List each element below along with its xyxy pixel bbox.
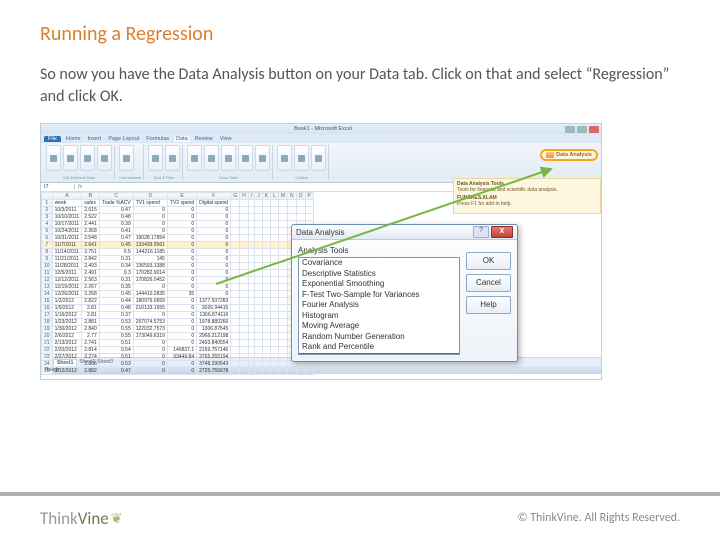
existing-connections-button[interactable]	[97, 145, 112, 171]
close-icon[interactable]	[589, 126, 599, 133]
dialog-help-icon[interactable]: ?	[473, 226, 489, 238]
dialog-title: Data Analysis	[296, 228, 344, 237]
slide-body: So now you have the Data Analysis button…	[40, 64, 680, 107]
excel-screenshot: Book1 - Microsoft Excel File Home Insert…	[40, 123, 602, 380]
sheet-tab-3[interactable]: Sheet3	[97, 359, 113, 365]
maximize-icon[interactable]	[577, 126, 587, 133]
ribbon-tabs: File Home Insert Page Layout Formulas Da…	[41, 134, 601, 143]
filter-button[interactable]	[165, 145, 180, 171]
ungroup-button[interactable]	[294, 145, 309, 171]
analysis-tools-label: Analysis Tools	[298, 246, 460, 255]
minimize-icon[interactable]	[565, 126, 575, 133]
copyright: © ThinkVine. All Rights Reserved.	[122, 511, 680, 525]
sheet-tab-2[interactable]: Sheet2	[79, 359, 95, 365]
analysis-option[interactable]: Rank and Percentile	[299, 342, 459, 353]
footer: ThinkVine❦ © ThinkVine. All Rights Reser…	[0, 492, 720, 540]
ok-button[interactable]: OK	[466, 252, 511, 270]
cancel-button[interactable]: Cancel	[466, 274, 511, 292]
analysis-option[interactable]: Moving Average	[299, 321, 459, 332]
from-text-button[interactable]	[80, 145, 95, 171]
tab-formulas[interactable]: Formulas	[144, 136, 171, 142]
leaf-icon: ❦	[111, 510, 123, 527]
logo-vine: Vine	[78, 508, 109, 529]
whatif-button[interactable]	[255, 145, 270, 171]
fx-icon[interactable]: fx	[75, 184, 85, 190]
excel-titlebar: Book1 - Microsoft Excel	[41, 124, 601, 134]
group-outline: Outline	[277, 175, 326, 180]
from-web-button[interactable]	[63, 145, 78, 171]
help-line1: Tools for financial and scientific data …	[457, 187, 597, 193]
excel-window-title: Book1 - Microsoft Excel	[81, 126, 565, 132]
group-button[interactable]	[277, 145, 292, 171]
logo-think: Think	[40, 508, 78, 529]
text-to-columns-button[interactable]	[187, 145, 202, 171]
group-sort-filter: Sort & Filter	[148, 175, 180, 180]
thinkvine-logo: ThinkVine❦	[40, 508, 122, 529]
data-analysis-icon	[546, 152, 554, 158]
data-analysis-label: Data Analysis	[556, 152, 592, 158]
data-analysis-button[interactable]: Data Analysis	[540, 149, 598, 161]
tab-review[interactable]: Review	[193, 136, 215, 142]
subtotal-button[interactable]	[311, 145, 326, 171]
slide-title: Running a Regression	[40, 22, 680, 46]
group-data-tools: Data Tools	[187, 175, 270, 180]
tab-page-layout[interactable]: Page Layout	[106, 136, 141, 142]
help-line3: Press F1 for add-in help.	[457, 201, 597, 207]
group-connections: Connections	[119, 175, 141, 180]
dialog-help-button[interactable]: Help	[466, 296, 511, 314]
analysis-option[interactable]: Covariance	[299, 258, 459, 269]
analysis-option[interactable]: Random Number Generation	[299, 332, 459, 343]
analysis-option[interactable]: Exponential Smoothing	[299, 279, 459, 290]
refresh-all-button[interactable]	[119, 145, 134, 171]
sort-button[interactable]	[148, 145, 163, 171]
data-validation-button[interactable]	[221, 145, 236, 171]
analysis-option[interactable]: F-Test Two-Sample for Variances	[299, 290, 459, 301]
analysis-option[interactable]: Regression	[299, 353, 459, 356]
remove-duplicates-button[interactable]	[204, 145, 219, 171]
sheet-tab-1[interactable]: Sheet1	[53, 359, 77, 366]
dialog-titlebar: Data Analysis ? X	[292, 225, 517, 240]
tab-view[interactable]: View	[218, 136, 234, 142]
analysis-option[interactable]: Histogram	[299, 311, 459, 322]
analysis-tools-list[interactable]: CovarianceDescriptive StatisticsExponent…	[298, 257, 460, 355]
dialog-close-icon[interactable]: X	[491, 226, 513, 238]
analysis-option[interactable]: Descriptive Statistics	[299, 269, 459, 280]
consolidate-button[interactable]	[238, 145, 253, 171]
analysis-option[interactable]: Fourier Analysis	[299, 300, 459, 311]
help-tooltip: Data Analysis Tools Tools for financial …	[453, 178, 601, 214]
tab-home[interactable]: Home	[64, 136, 83, 142]
tab-data[interactable]: Data	[174, 136, 190, 142]
ribbon: Get External Data Connections Sort & Fil…	[41, 143, 601, 183]
tab-insert[interactable]: Insert	[86, 136, 104, 142]
group-external-data: Get External Data	[46, 175, 112, 180]
data-analysis-dialog: Data Analysis ? X Analysis Tools Covaria…	[291, 224, 518, 362]
from-access-button[interactable]	[46, 145, 61, 171]
tab-file[interactable]: File	[44, 136, 61, 142]
name-box[interactable]: I7	[41, 184, 75, 190]
